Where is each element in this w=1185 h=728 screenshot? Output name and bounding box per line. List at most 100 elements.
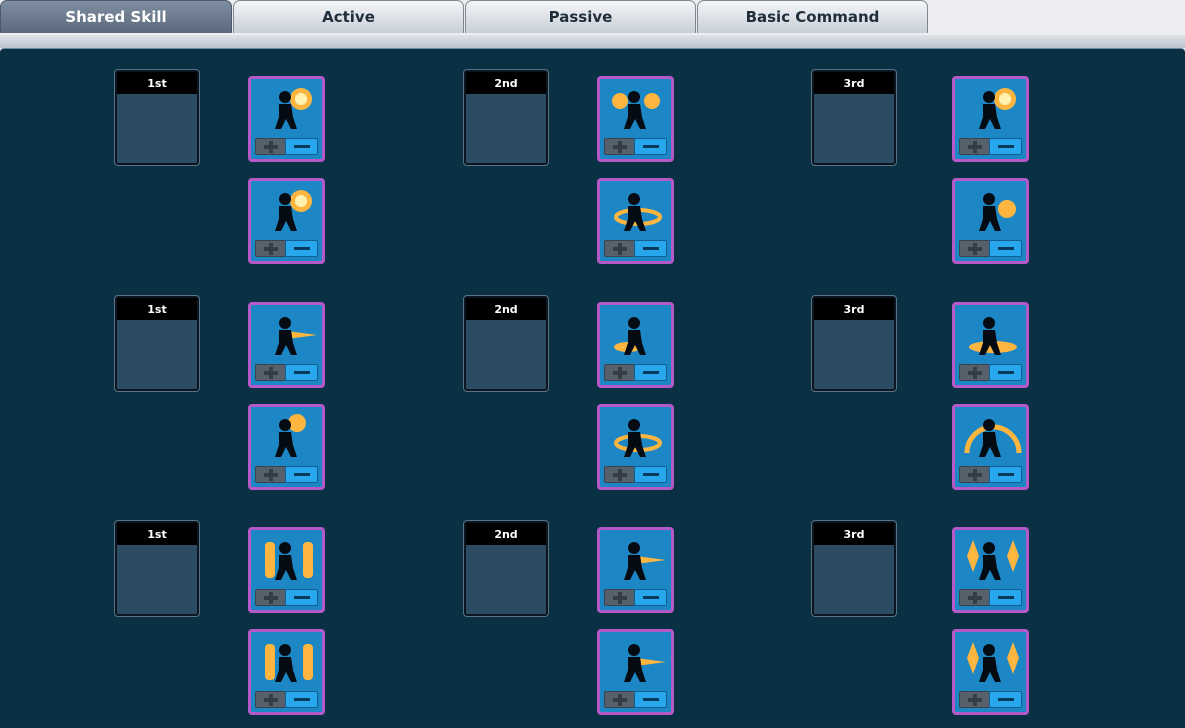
skill-slot-1st[interactable]: 1st [114,295,200,392]
minus-icon [642,596,659,599]
add-skill-button[interactable] [959,240,990,257]
skill-slot-2nd[interactable]: 2nd [463,520,549,617]
skill-card[interactable] [597,178,674,264]
slot-label: 3rd [814,72,894,94]
plus-icon [263,140,278,153]
plus-icon [612,468,627,481]
plus-icon [263,693,278,706]
plus-icon [263,591,278,604]
skill-card[interactable] [952,629,1029,715]
remove-skill-button[interactable] [989,466,1022,483]
skill-card[interactable] [248,527,325,613]
add-skill-button[interactable] [255,589,286,606]
tab-passive[interactable]: Passive [465,0,696,33]
skill-card[interactable] [952,404,1029,490]
add-skill-button[interactable] [604,364,635,381]
plus-icon [612,366,627,379]
add-skill-button[interactable] [959,691,990,708]
skill-slot-1st[interactable]: 1st [114,520,200,617]
skill-card[interactable] [952,527,1029,613]
add-skill-button[interactable] [959,364,990,381]
tab-label: Shared Skill [65,8,167,26]
plus-icon [612,693,627,706]
skill-card[interactable] [597,302,674,388]
remove-skill-button[interactable] [634,240,667,257]
skill-card[interactable] [952,302,1029,388]
skill-card[interactable] [248,76,325,162]
remove-skill-button[interactable] [634,466,667,483]
remove-skill-button[interactable] [634,691,667,708]
skill-slot-2nd[interactable]: 2nd [463,69,549,166]
tab-underline-band [0,35,1185,48]
minus-icon [997,145,1014,148]
slot-label: 3rd [814,523,894,545]
skill-card[interactable] [597,527,674,613]
minus-icon [642,698,659,701]
minus-icon [293,596,310,599]
add-skill-button[interactable] [255,691,286,708]
remove-skill-button[interactable] [285,466,318,483]
add-skill-button[interactable] [604,691,635,708]
minus-icon [642,247,659,250]
minus-icon [293,698,310,701]
plus-icon [967,591,982,604]
skill-card[interactable] [597,629,674,715]
add-skill-button[interactable] [255,364,286,381]
minus-icon [293,371,310,374]
skill-card[interactable] [952,76,1029,162]
remove-skill-button[interactable] [634,589,667,606]
add-skill-button[interactable] [255,138,286,155]
skill-card[interactable] [597,76,674,162]
remove-skill-button[interactable] [634,138,667,155]
skill-card[interactable] [248,629,325,715]
tab-active[interactable]: Active [233,0,464,33]
skill-card[interactable] [248,404,325,490]
remove-skill-button[interactable] [285,364,318,381]
add-skill-button[interactable] [604,240,635,257]
remove-skill-button[interactable] [285,589,318,606]
add-skill-button[interactable] [959,138,990,155]
tab-shared-skill[interactable]: Shared Skill [0,0,232,33]
plus-icon [967,366,982,379]
skill-card[interactable] [248,178,325,264]
remove-skill-button[interactable] [989,138,1022,155]
add-skill-button[interactable] [604,589,635,606]
plus-icon [612,591,627,604]
plus-icon [612,140,627,153]
add-skill-button[interactable] [604,138,635,155]
add-skill-button[interactable] [959,589,990,606]
remove-skill-button[interactable] [989,364,1022,381]
remove-skill-button[interactable] [285,691,318,708]
remove-skill-button[interactable] [285,240,318,257]
skill-card[interactable] [597,404,674,490]
skill-slot-1st[interactable]: 1st [114,69,200,166]
minus-icon [997,473,1014,476]
skill-slot-3rd[interactable]: 3rd [811,520,897,617]
plus-icon [967,693,982,706]
minus-icon [997,698,1014,701]
skill-card[interactable] [248,302,325,388]
skill-card[interactable] [952,178,1029,264]
tab-label: Active [322,8,375,26]
plus-icon [263,242,278,255]
remove-skill-button[interactable] [285,138,318,155]
skill-slot-3rd[interactable]: 3rd [811,69,897,166]
remove-skill-button[interactable] [989,589,1022,606]
add-skill-button[interactable] [255,466,286,483]
remove-skill-button[interactable] [989,240,1022,257]
minus-icon [642,473,659,476]
add-skill-button[interactable] [255,240,286,257]
tab-basic-command[interactable]: Basic Command [697,0,928,33]
minus-icon [293,473,310,476]
add-skill-button[interactable] [959,466,990,483]
minus-icon [293,145,310,148]
skill-slot-3rd[interactable]: 3rd [811,295,897,392]
add-skill-button[interactable] [604,466,635,483]
minus-icon [642,145,659,148]
slot-label: 2nd [466,298,546,320]
plus-icon [263,468,278,481]
plus-icon [967,140,982,153]
remove-skill-button[interactable] [634,364,667,381]
skill-slot-2nd[interactable]: 2nd [463,295,549,392]
remove-skill-button[interactable] [989,691,1022,708]
